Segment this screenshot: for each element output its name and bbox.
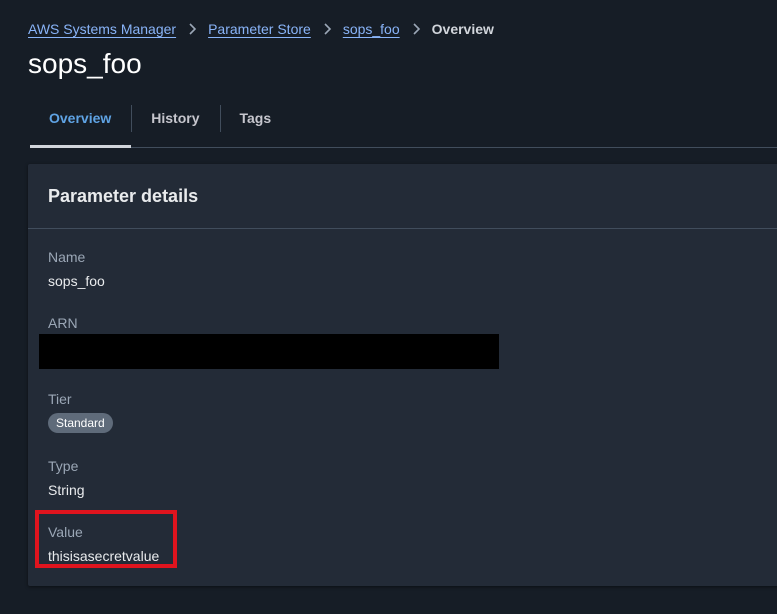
arn-field: ARN: [48, 314, 78, 332]
tab-history-label: History: [151, 109, 200, 126]
tab-overview-label: Overview: [49, 109, 112, 126]
page-root: AWS Systems Manager Parameter Store sops…: [0, 0, 777, 614]
tab-tags-label: Tags: [239, 109, 272, 126]
type-value: String: [48, 482, 85, 498]
value-highlight-annotation: [35, 510, 177, 568]
chevron-right-icon: [311, 23, 343, 35]
parameter-details-panel: Parameter details Name sops_foo ARN Tier…: [28, 164, 777, 586]
tab-history[interactable]: History: [131, 96, 219, 147]
breadcrumb-systems-manager[interactable]: AWS Systems Manager: [28, 21, 176, 37]
page-title: sops_foo: [28, 48, 142, 79]
panel-header: Parameter details: [28, 164, 777, 229]
type-field: Type String: [48, 457, 85, 499]
arn-value-redacted: [39, 334, 499, 369]
chevron-right-icon: [176, 23, 208, 35]
breadcrumb-current: Overview: [431, 21, 494, 37]
tier-badge: Standard: [48, 413, 113, 433]
name-label: Name: [48, 249, 86, 265]
tab-tags[interactable]: Tags: [219, 96, 292, 147]
name-field: Name sops_foo: [48, 248, 105, 290]
type-label: Type: [48, 458, 79, 474]
arn-label: ARN: [48, 315, 78, 331]
tier-field: Tier Standard: [48, 390, 113, 433]
tab-bar: Overview History Tags: [30, 96, 777, 148]
panel-title: Parameter details: [48, 185, 199, 206]
chevron-right-icon: [400, 23, 432, 35]
breadcrumb: AWS Systems Manager Parameter Store sops…: [28, 18, 494, 40]
breadcrumb-parameter[interactable]: sops_foo: [343, 21, 400, 37]
tier-label: Tier: [48, 391, 72, 407]
breadcrumb-parameter-store[interactable]: Parameter Store: [208, 21, 311, 37]
name-value: sops_foo: [48, 273, 105, 289]
tab-overview[interactable]: Overview: [30, 96, 132, 148]
